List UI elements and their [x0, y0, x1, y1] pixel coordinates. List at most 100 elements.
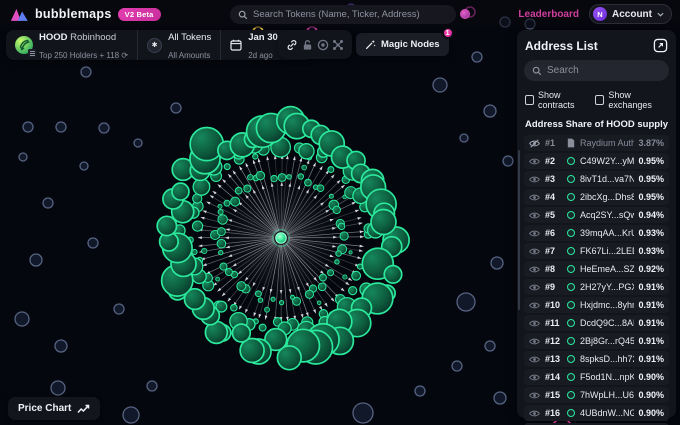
token-search-input[interactable]: Search Tokens (Name, Ticker, Address)	[230, 5, 456, 24]
share-value: 0.95%	[638, 192, 664, 202]
refresh-icon[interactable]: ⟳	[121, 51, 128, 60]
eye-icon[interactable]	[529, 319, 541, 328]
account-button[interactable]: N Account	[589, 4, 672, 24]
search-icon	[532, 66, 542, 76]
leaderboard-link[interactable]: Leaderboard	[518, 9, 579, 20]
magic-wand-icon	[365, 39, 376, 50]
tokens-filter[interactable]: ✱ All Tokens All Amounts	[138, 30, 220, 60]
eye-off-icon[interactable]	[529, 139, 541, 148]
avatar: N	[593, 7, 607, 21]
table-row[interactable]: #13 8spksD...hh72 0.91%	[524, 351, 669, 367]
share-value: 0.94%	[638, 210, 664, 220]
address-search-input[interactable]: Search	[524, 60, 669, 81]
show-exchanges-checkbox[interactable]: Show exchanges	[595, 90, 668, 110]
eye-icon[interactable]	[529, 301, 541, 310]
search-placeholder: Search Tokens (Name, Ticker, Address)	[253, 9, 420, 20]
address-label[interactable]: Acq2SY...sQws	[580, 210, 634, 220]
table-row[interactable]: #38ivT1d...va7N0.95%	[524, 171, 669, 187]
cluster-icon[interactable]	[332, 39, 344, 51]
rank-label: #14	[545, 372, 562, 382]
table-row[interactable]: #12 2Bj8Gr...rQ45 0.91%	[524, 333, 669, 349]
map-toolbar: HOOD Robinhood Top 250 Holders + 118 ⟳ ✱…	[6, 30, 313, 60]
bubble-icon	[566, 265, 576, 273]
logo-text: bubblemaps	[35, 7, 112, 21]
table-row[interactable]: #14 F5od1N...npKH 0.90%	[524, 369, 669, 385]
share-value: 0.90%	[638, 372, 664, 382]
address-label[interactable]: 7hWpLH...U6iT	[580, 390, 634, 400]
top-bar: bubblemaps V2 Beta Search Tokens (Name, …	[0, 0, 680, 28]
table-row[interactable]: #157hWpLH...U6iT0.90%	[524, 387, 669, 403]
calendar-icon	[230, 39, 242, 51]
table-row[interactable]: #42ibcXg...Dhs80.95%	[524, 189, 669, 205]
eye-icon[interactable]	[529, 265, 541, 274]
address-label[interactable]: 2Bj8Gr...rQ45	[580, 336, 634, 346]
rank-label: #11	[545, 318, 562, 328]
contrast-icon[interactable]	[317, 39, 329, 51]
table-row[interactable]: #11 DcdQ9C...8AEh 0.91%	[524, 315, 669, 331]
eye-icon[interactable]	[529, 283, 541, 292]
eye-icon[interactable]	[529, 355, 541, 364]
magic-nodes-button[interactable]: Magic Nodes 1	[356, 33, 449, 56]
eye-icon[interactable]	[529, 175, 541, 184]
share-value: 0.92%	[638, 264, 664, 274]
table-row[interactable]: #92H27yY...PGXR0.91%	[524, 279, 669, 295]
eye-icon[interactable]	[529, 157, 541, 166]
share-value: 0.91%	[638, 300, 664, 310]
address-rows: #1Raydium Authority V43.87%#2C49W2Y...yM…	[524, 135, 669, 425]
token-selector[interactable]: HOOD Robinhood Top 250 Holders + 118 ⟳	[6, 30, 137, 60]
bubble-icon	[566, 391, 576, 399]
address-label[interactable]: 2H27yY...PGXR	[580, 282, 634, 292]
show-contracts-checkbox[interactable]: Show contracts	[525, 90, 591, 110]
all-tokens-icon: ✱	[147, 38, 162, 53]
col-share: Share of HOOD supply	[566, 119, 668, 130]
address-label[interactable]: 2ibcXg...Dhs8	[580, 192, 634, 202]
address-label[interactable]: F5od1N...npKH	[580, 372, 634, 382]
share-value: 0.91%	[638, 336, 664, 346]
eye-icon[interactable]	[529, 391, 541, 400]
address-label[interactable]: 8ivT1d...va7N	[580, 174, 634, 184]
share-value: 0.91%	[638, 318, 664, 328]
table-row[interactable]: #164UBdnW...NGN20.90%	[524, 405, 669, 421]
rank-label: #9	[545, 282, 562, 292]
table-row[interactable]: #1Raydium Authority V43.87%	[524, 135, 669, 151]
contract-icon	[566, 138, 576, 148]
table-row[interactable]: #10 Hxjdmc...8yhm 0.91%	[524, 297, 669, 313]
rank-label: #12	[545, 336, 562, 346]
link-icon[interactable]	[286, 39, 298, 51]
eye-icon[interactable]	[529, 193, 541, 202]
address-label[interactable]: DcdQ9C...8AEh	[580, 318, 634, 328]
table-row[interactable]: #5Acq2SY...sQws0.94%	[524, 207, 669, 223]
table-row[interactable]: #2C49W2Y...yM4g0.95%	[524, 153, 669, 169]
logo[interactable]: bubblemaps V2 Beta	[10, 6, 161, 22]
table-row[interactable]: #7FK67Li...2LED0.93%	[524, 243, 669, 259]
table-row[interactable]: #8HeEmeA...SZiN0.92%	[524, 261, 669, 277]
eye-icon[interactable]	[529, 337, 541, 346]
address-label[interactable]: 4UBdnW...NGN2	[580, 408, 634, 418]
bubble-icon	[566, 229, 576, 237]
rank-label: #13	[545, 354, 562, 364]
address-label[interactable]: Hxjdmc...8yhm	[580, 300, 634, 310]
share-value: 3.87%	[638, 138, 664, 148]
address-label[interactable]: 39mqAA...KrUc	[580, 228, 634, 238]
eye-icon[interactable]	[529, 229, 541, 238]
share-value: 0.91%	[638, 354, 664, 364]
eye-icon[interactable]	[529, 211, 541, 220]
address-label[interactable]: Raydium Authority V4	[580, 138, 634, 148]
price-chart-button[interactable]: Price Chart	[8, 397, 100, 420]
address-label[interactable]: C49W2Y...yM4g	[580, 156, 634, 166]
table-row[interactable]: #639mqAA...KrUc0.93%	[524, 225, 669, 241]
bubble-icon	[566, 247, 576, 255]
eye-icon[interactable]	[529, 409, 541, 418]
lock-icon[interactable]	[301, 39, 313, 51]
address-label[interactable]: 8spksD...hh72	[580, 354, 634, 364]
trend-line-icon	[77, 404, 90, 414]
address-list-panel: Address List Search Show contracts Show …	[517, 30, 676, 418]
address-label[interactable]: HeEmeA...SZiN	[580, 264, 634, 274]
rank-label: #10	[545, 300, 562, 310]
scrollbar[interactable]	[518, 150, 520, 310]
expand-icon[interactable]	[653, 38, 668, 53]
eye-icon[interactable]	[529, 373, 541, 382]
eye-icon[interactable]	[529, 247, 541, 256]
bubble-icon	[566, 319, 576, 327]
address-label[interactable]: FK67Li...2LED	[580, 246, 634, 256]
